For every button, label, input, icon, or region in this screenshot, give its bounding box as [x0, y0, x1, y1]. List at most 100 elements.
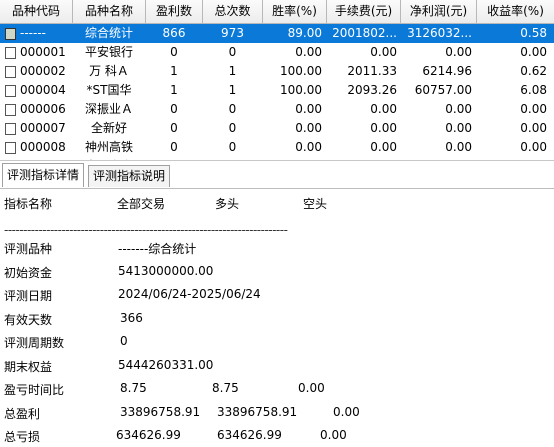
cell-code: ------: [20, 26, 46, 40]
cell-ret: 0.00: [520, 140, 547, 154]
row-checkbox-icon[interactable]: [5, 123, 16, 135]
table-row[interactable]: ------ 综合统计 866 973 89.00 2001802... 3126032..…: [0, 24, 554, 43]
col-header-rate[interactable]: 胜率(%): [263, 0, 327, 23]
tab-explain[interactable]: 评测指标说明: [88, 165, 171, 187]
cell-fee: 0.00: [370, 102, 397, 116]
col-header-code[interactable]: 品种代码: [0, 0, 73, 23]
cell-profit: 6214.96: [422, 64, 472, 78]
metric-value-v3: 0.00: [333, 404, 360, 419]
metrics-panel: 指标名称 全部交易 多头 空头 ------------------------…: [0, 189, 554, 447]
metric-header-all: 全部交易: [117, 197, 166, 211]
cell-total: 0: [228, 45, 237, 59]
metric-value-v1: 5413000000.00: [118, 263, 214, 278]
cell-name: 深振业Ａ: [84, 102, 133, 116]
metric-value-v3: 0.00: [298, 381, 325, 395]
metric-header-long: 多头: [215, 197, 240, 211]
row-checkbox-icon[interactable]: [5, 47, 16, 59]
cell-profit: 0.00: [445, 45, 472, 59]
tab-bar: 评测指标详情 评测指标说明: [0, 160, 554, 189]
table-row[interactable]: 000006 深振业Ａ 0 0 0.00 0.00 0.00 0.00: [0, 100, 554, 119]
col-header-fee[interactable]: 手续费(元): [327, 0, 401, 23]
cell-profit: 0.00: [445, 140, 472, 154]
cell-total: 973: [221, 26, 244, 40]
metric-label: 总亏损: [4, 430, 41, 444]
table-row[interactable]: 000001 平安银行 0 0 0.00 0.00 0.00 0.00: [0, 43, 554, 62]
metric-value-v1: 0: [120, 334, 128, 348]
cell-ret: 0.58: [520, 26, 547, 40]
row-checkbox-icon[interactable]: [5, 104, 16, 116]
metric-value-v2: 33896758.91: [217, 404, 298, 419]
cell-code: 000006: [20, 102, 66, 116]
cell-profit: 60757.00: [414, 83, 472, 97]
cell-total: 0: [228, 121, 237, 135]
cell-win: 0: [170, 45, 178, 59]
cell-ret: 0.00: [520, 121, 547, 135]
cell-fee: 0.00: [370, 121, 397, 135]
cell-rate: 100.00: [280, 83, 322, 97]
tab-details[interactable]: 评测指标详情: [2, 163, 85, 187]
cell-name: 综合统计: [84, 26, 133, 40]
row-checkbox-icon[interactable]: [5, 66, 16, 78]
cell-profit: 0.00: [445, 121, 472, 135]
col-header-name[interactable]: 品种名称: [73, 0, 146, 23]
metric-value-v1: 5444260331.00: [118, 357, 214, 372]
metric-value-v1: 8.75: [120, 381, 147, 395]
metric-value-v1: 366: [120, 310, 143, 325]
metric-value-v1: 33896758.91: [120, 404, 201, 419]
cell-name: *ST国华: [86, 83, 132, 97]
cell-ret: 0.62: [520, 64, 547, 78]
cell-total: 1: [228, 64, 237, 78]
metric-label: 期末权益: [4, 359, 53, 374]
cell-name: 万 科Ａ: [89, 64, 129, 78]
metric-header-short: 空头: [303, 197, 328, 211]
cell-total: 1: [228, 83, 237, 97]
cell-win: 1: [170, 83, 178, 97]
cell-ret: 6.08: [520, 83, 547, 97]
cell-ret: 0.00: [520, 45, 547, 59]
table-header: 品种代码 品种名称 盈利数 总次数 胜率(%) 手续费(元) 净利润(元) 收益…: [0, 0, 554, 24]
cell-code: 000007: [20, 121, 66, 135]
metric-label: 评测品种: [4, 242, 53, 256]
metric-label: 总盈利: [4, 406, 41, 421]
col-header-return[interactable]: 收益率(%): [477, 0, 554, 23]
cell-win: 0: [170, 121, 178, 135]
table-row[interactable]: 000002 万 科Ａ 1 1 100.00 2011.33 6214.96 0.62: [0, 62, 554, 81]
cell-rate: 0.00: [295, 140, 322, 154]
cell-win: 866: [162, 26, 186, 40]
table-row[interactable]: 000008 神州高铁 0 0 0.00 0.00 0.00 0.00: [0, 138, 554, 157]
cell-total: 0: [228, 140, 237, 154]
col-header-total[interactable]: 总次数: [203, 0, 263, 23]
cell-rate: 0.00: [295, 102, 322, 116]
stats-table: 品种代码 品种名称 盈利数 总次数 胜率(%) 手续费(元) 净利润(元) 收益…: [0, 0, 554, 161]
col-header-win[interactable]: 盈利数: [146, 0, 203, 23]
table-row[interactable]: 000004 *ST国华 1 1 100.00 2093.26 60757.00 6.08: [0, 81, 554, 100]
cell-profit: 3126032...: [407, 26, 472, 40]
table-row[interactable]: 000007 全新好 0 0 0.00 0.00 0.00 0.00: [0, 119, 554, 138]
separator-line: ----------------------------------------…: [4, 223, 288, 237]
cell-profit: 0.00: [445, 102, 472, 116]
cell-rate: 100.00: [280, 64, 322, 78]
metric-value-v1: 634626.99: [116, 428, 181, 442]
cell-name: 神州高铁: [84, 140, 133, 154]
metric-value-v3: 0.00: [320, 428, 347, 442]
cell-win: 0: [170, 140, 178, 154]
cell-name: 全新好: [90, 121, 127, 135]
row-checkbox-icon[interactable]: [5, 85, 16, 97]
cell-fee: 0.00: [370, 140, 397, 154]
col-header-profit[interactable]: 净利润(元): [401, 0, 477, 23]
cell-ret: 0.00: [520, 102, 547, 116]
row-checkbox-icon[interactable]: [5, 142, 16, 154]
cell-fee: 2001802...: [332, 26, 397, 40]
metric-label: 有效天数: [4, 312, 53, 327]
metric-value-v2: 8.75: [212, 381, 239, 395]
cell-total: 0: [228, 102, 237, 116]
metric-value-v2: 634626.99: [217, 428, 282, 442]
cell-win: 1: [170, 64, 178, 78]
cell-fee: 2011.33: [347, 64, 397, 78]
cell-code: 000004: [20, 83, 66, 97]
cell-code: 000008: [20, 140, 66, 154]
metric-value-v1: 2024/06/24-2025/06/24: [118, 287, 261, 301]
row-checkbox-icon[interactable]: [5, 28, 16, 40]
cell-fee: 2093.26: [347, 83, 397, 97]
metric-label: 初始资金: [4, 265, 53, 280]
